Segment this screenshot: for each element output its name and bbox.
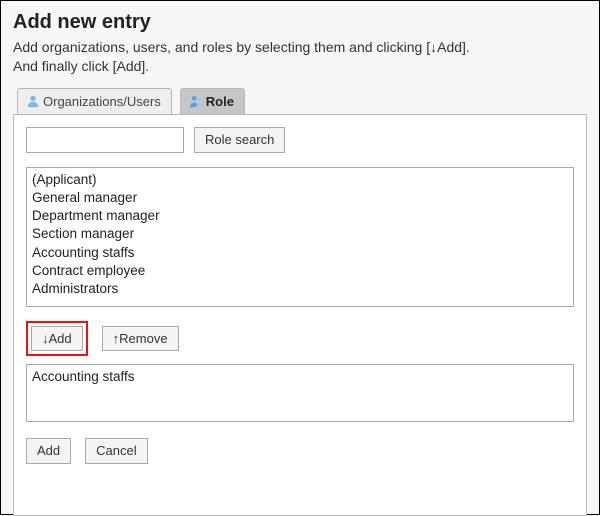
add-down-button[interactable]: ↓Add [31, 326, 83, 352]
list-item[interactable]: Administrators [32, 280, 568, 298]
list-item[interactable]: General manager [32, 189, 568, 207]
role-search-button[interactable]: Role search [194, 127, 285, 153]
selected-listbox[interactable]: Accounting staffs [26, 364, 574, 422]
tab-organizations-users[interactable]: Organizations/Users [17, 88, 172, 114]
person-icon [26, 94, 40, 108]
role-search-input[interactable] [26, 127, 184, 153]
candidates-listbox[interactable]: (Applicant)General managerDepartment man… [26, 167, 574, 307]
cancel-button[interactable]: Cancel [85, 438, 147, 464]
dialog-frame: Add new entry Add organizations, users, … [0, 0, 600, 515]
page-title: Add new entry [13, 11, 587, 34]
tab-label: Organizations/Users [43, 94, 161, 109]
tab-bar: Organizations/Users Role [13, 88, 587, 114]
list-item[interactable]: (Applicant) [32, 171, 568, 189]
people-icon [189, 94, 203, 108]
list-item[interactable]: Contract employee [32, 262, 568, 280]
final-buttons-row: Add Cancel [26, 438, 574, 464]
transfer-buttons-row: ↓Add ↑Remove [26, 321, 574, 357]
highlight-add-down: ↓Add [26, 321, 88, 357]
list-item[interactable]: Accounting staffs [32, 368, 568, 386]
list-item[interactable]: Department manager [32, 207, 568, 225]
tab-role[interactable]: Role [180, 88, 245, 114]
remove-up-button[interactable]: ↑Remove [102, 326, 179, 352]
add-button[interactable]: Add [26, 438, 71, 464]
tab-label: Role [206, 94, 234, 109]
search-row: Role search [26, 127, 574, 153]
list-item[interactable]: Section manager [32, 225, 568, 243]
list-item[interactable]: Accounting staffs [32, 244, 568, 262]
role-panel: Role search (Applicant)General managerDe… [13, 114, 587, 516]
page-subtitle: Add organizations, users, and roles by s… [13, 38, 587, 76]
